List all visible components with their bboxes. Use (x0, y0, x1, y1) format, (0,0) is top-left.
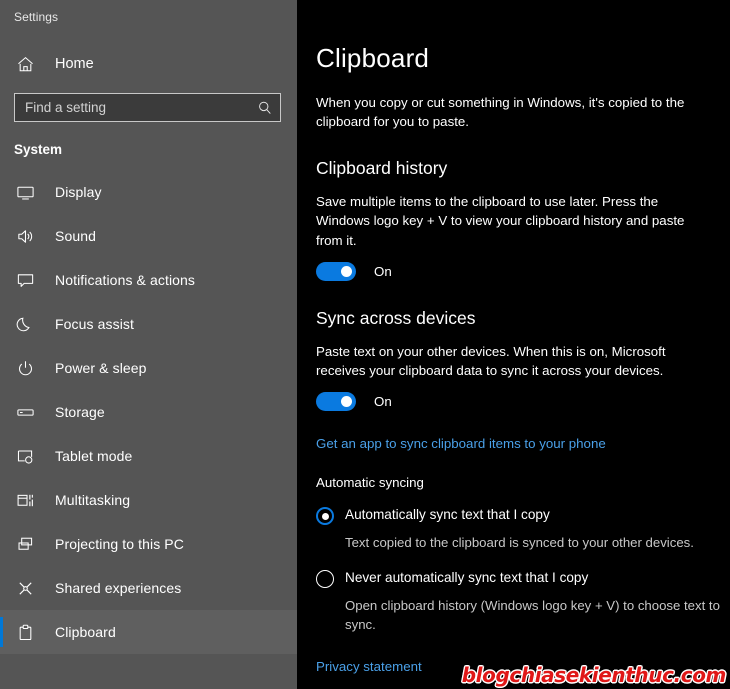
toggle-knob (341, 396, 352, 408)
sidebar-item-storage-label: Storage (55, 404, 105, 420)
settings-window: Settings Home System (0, 0, 730, 689)
clipboard-history-heading: Clipboard history (316, 158, 448, 179)
monitor-icon (14, 181, 36, 203)
drive-icon (14, 401, 36, 423)
app-title: Settings (14, 10, 59, 24)
home-icon (14, 53, 36, 75)
moon-icon (14, 313, 36, 335)
site-watermark: blogchiasekienthuc.com (461, 663, 727, 687)
sync-across-devices-description: Paste text on your other devices. When t… (316, 343, 666, 379)
radio-option-never-sync[interactable]: Never automatically sync text that I cop… (316, 569, 730, 588)
search-box[interactable] (14, 93, 281, 122)
radio-never-sync[interactable] (316, 569, 334, 588)
sidebar-item-power-sleep-label: Power & sleep (55, 360, 147, 376)
radio-never-sync-description: Open clipboard history (Windows logo key… (345, 597, 720, 632)
sidebar-group-title: System (14, 142, 63, 157)
sidebar-item-home-label: Home (55, 56, 94, 72)
get-app-sync-link[interactable]: Get an app to sync clipboard items to yo… (316, 436, 606, 451)
sidebar-item-clipboard[interactable]: Clipboard (0, 610, 297, 654)
clipboard-history-toggle-row: On (316, 261, 730, 281)
sidebar-item-multitasking-label: Multitasking (55, 492, 131, 508)
toggle-knob (341, 265, 352, 277)
radio-auto-sync[interactable] (316, 507, 334, 526)
sync-across-devices-toggle[interactable] (316, 392, 356, 412)
sidebar-item-clipboard-label: Clipboard (55, 624, 116, 640)
share-icon (14, 577, 36, 599)
sidebar-item-home[interactable]: Home (0, 46, 297, 82)
tablet-icon (14, 445, 36, 467)
sidebar-item-shared-experiences-label: Shared experiences (55, 580, 182, 596)
sidebar-item-projecting[interactable]: Projecting to this PC (0, 522, 297, 566)
search-icon[interactable] (252, 94, 278, 121)
sidebar-item-sound-label: Sound (55, 228, 96, 244)
sync-across-devices-heading: Sync across devices (316, 307, 476, 328)
sidebar-item-notifications-label: Notifications & actions (55, 272, 196, 288)
automatic-syncing-heading: Automatic syncing (316, 475, 424, 491)
sidebar-item-power-sleep[interactable]: Power & sleep (0, 346, 297, 390)
radio-never-sync-label: Never automatically sync text that I cop… (345, 569, 589, 585)
speaker-icon (14, 225, 36, 247)
sidebar-item-display-label: Display (55, 184, 102, 200)
radio-auto-sync-description: Text copied to the clipboard is synced t… (345, 535, 694, 551)
sidebar: Settings Home System (0, 0, 297, 689)
search-input[interactable] (15, 100, 252, 115)
sidebar-item-tablet-mode[interactable]: Tablet mode (0, 434, 297, 478)
sidebar-item-tablet-mode-label: Tablet mode (55, 448, 133, 464)
sidebar-item-focus-assist[interactable]: Focus assist (0, 302, 297, 346)
radio-option-auto-sync[interactable]: Automatically sync text that I copy (316, 506, 730, 526)
clipboard-history-toggle[interactable] (316, 261, 356, 281)
privacy-statement-link[interactable]: Privacy statement (316, 659, 422, 674)
sidebar-item-display[interactable]: Display (0, 170, 297, 214)
projecting-icon (14, 533, 36, 555)
multitasking-icon (14, 489, 36, 511)
sidebar-item-focus-assist-label: Focus assist (55, 316, 134, 332)
clipboard-history-description: Save multiple items to the clipboard to … (316, 194, 685, 248)
power-icon (14, 357, 36, 379)
sidebar-item-multitasking[interactable]: Multitasking (0, 478, 297, 522)
sidebar-nav: Display Sound Notifications & actions Fo… (0, 170, 297, 654)
clipboard-icon (14, 621, 36, 643)
sidebar-item-notifications[interactable]: Notifications & actions (0, 258, 297, 302)
sync-toggle-row: On (316, 392, 730, 412)
radio-auto-sync-label: Automatically sync text that I copy (345, 507, 550, 523)
main-content: Clipboard When you copy or cut something… (297, 0, 730, 689)
page-description: When you copy or cut something in Window… (316, 94, 685, 129)
sidebar-item-sound[interactable]: Sound (0, 214, 297, 258)
sidebar-item-shared-experiences[interactable]: Shared experiences (0, 566, 297, 610)
sidebar-item-projecting-label: Projecting to this PC (55, 536, 184, 552)
sync-across-devices-toggle-state: On (374, 394, 392, 410)
page-title: Clipboard (316, 43, 430, 73)
sidebar-item-storage[interactable]: Storage (0, 390, 297, 434)
clipboard-history-toggle-state: On (374, 263, 392, 279)
notification-icon (14, 269, 36, 291)
